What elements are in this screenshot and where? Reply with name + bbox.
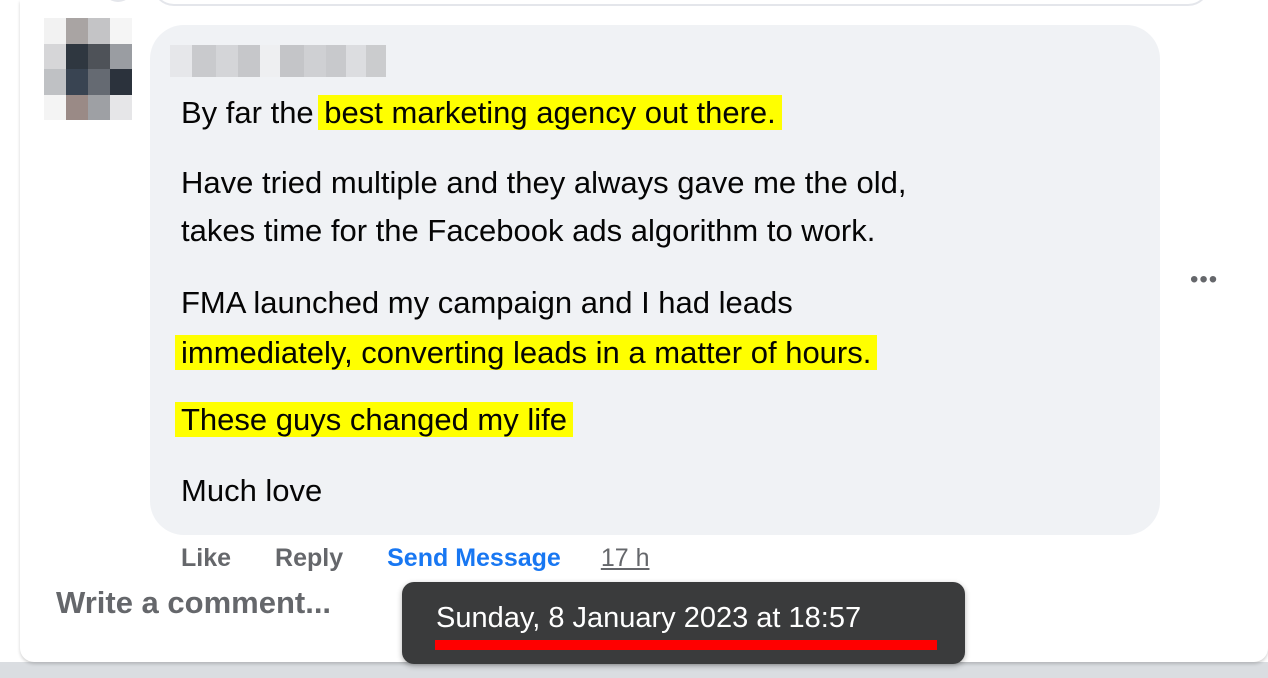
tooltip-text: Sunday, 8 January 2023 at 18:57 [436, 602, 862, 634]
previous-comment-bubble [152, 0, 1210, 6]
like-button[interactable]: Like [181, 544, 231, 573]
highlighted-text: best marketing agency out there. [318, 95, 782, 130]
timestamp-link[interactable]: 17 h [601, 544, 650, 573]
comment-paragraph-1: By far the best marketing agency out the… [181, 85, 782, 140]
more-horizontal-icon[interactable]: ••• [1190, 268, 1230, 292]
comment-input[interactable]: Write a comment... [56, 585, 331, 621]
highlighted-text: immediately, converting leads in a matte… [175, 335, 878, 370]
page-bottom-strip [0, 662, 1268, 678]
comment-actions: Like Reply Send Message 17 h [181, 538, 649, 578]
send-message-button[interactable]: Send Message [387, 544, 561, 573]
red-underline-annotation [435, 640, 937, 650]
comment-paragraph-2-line-1: Have tried multiple and they always gave… [181, 165, 907, 200]
comment-paragraph-5: Much love [181, 473, 323, 508]
comment-paragraph-2-line-2: takes time for the Facebook ads algorith… [181, 213, 876, 248]
comment-paragraph-4: These guys changed my life [175, 392, 573, 447]
avatar[interactable] [44, 18, 132, 120]
reply-button[interactable]: Reply [275, 544, 343, 573]
text-plain: By far the [181, 95, 323, 130]
comment-paragraph-3-line-1: FMA launched my campaign and I had leads [181, 285, 793, 320]
highlighted-text: These guys changed my life [175, 402, 573, 437]
comment-paragraph-3-line-2: immediately, converting leads in a matte… [175, 325, 878, 380]
commenter-name-blurred[interactable] [170, 45, 386, 77]
timestamp-tooltip: Sunday, 8 January 2023 at 18:57 [402, 582, 965, 664]
